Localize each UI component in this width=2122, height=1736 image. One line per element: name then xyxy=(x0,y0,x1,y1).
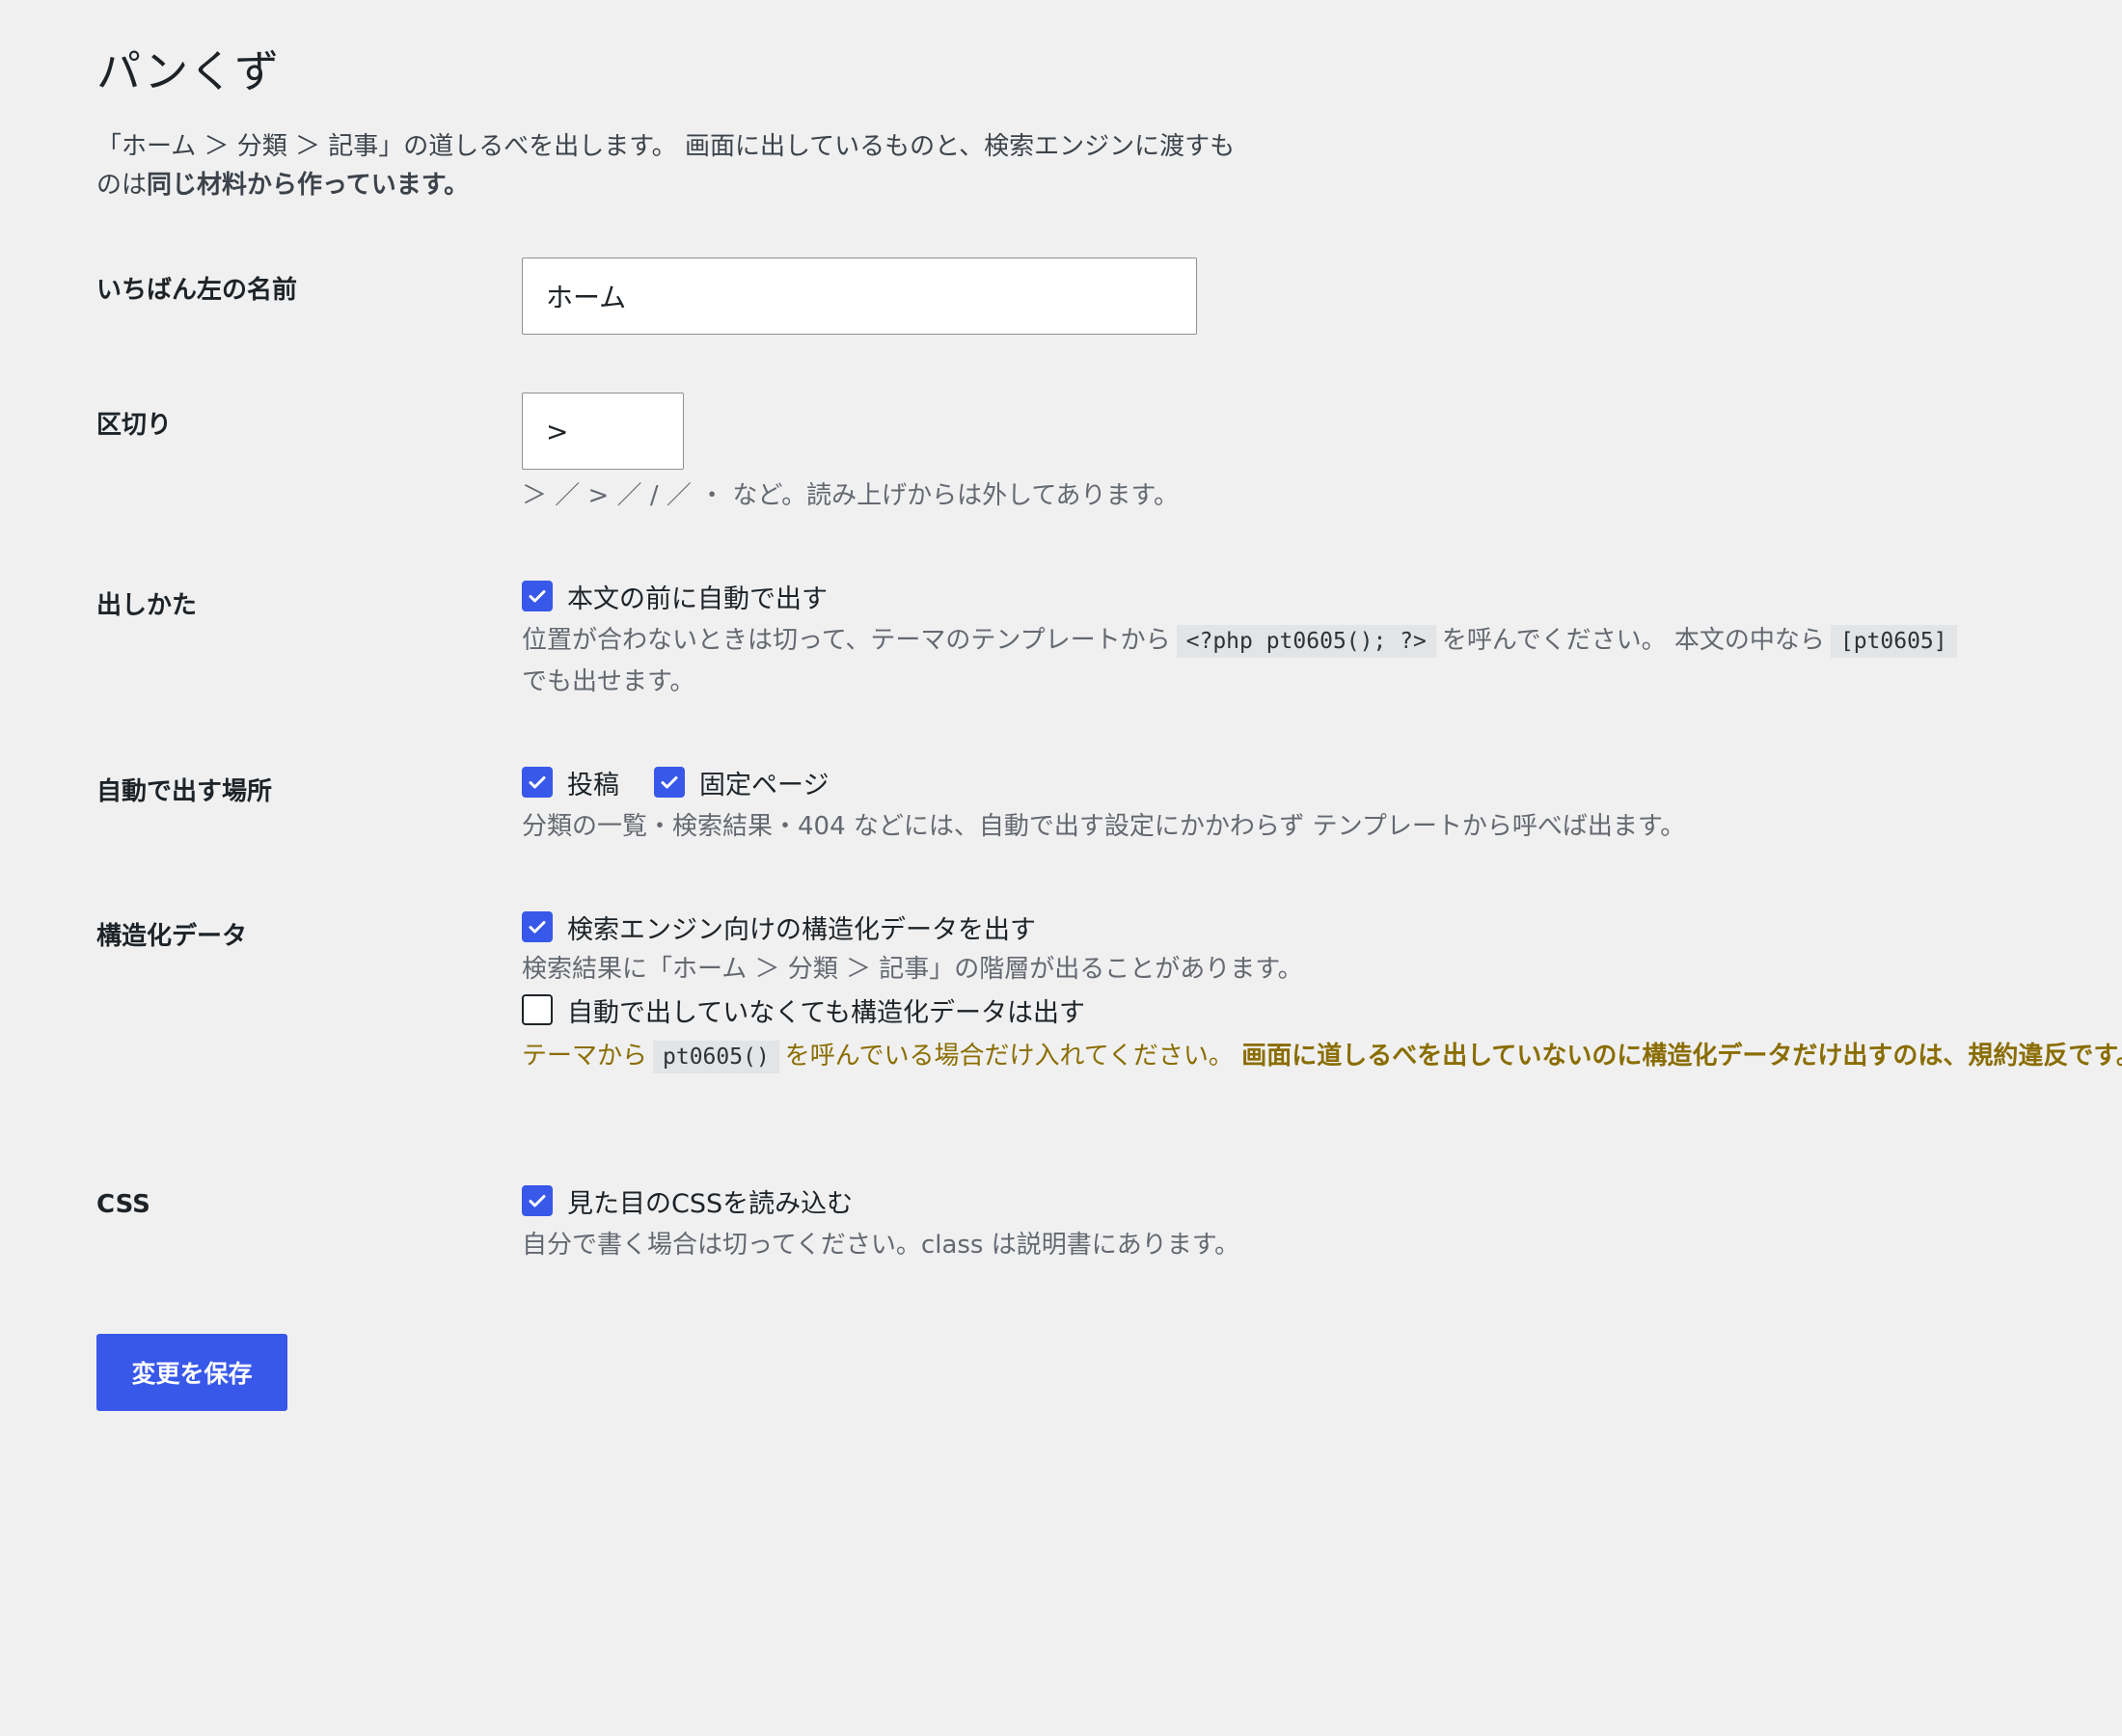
checkmark-icon xyxy=(529,590,546,603)
settings-page: パンくず 「ホーム ＞ 分類 ＞ 記事」の道しるべを出します。 画面に出している… xyxy=(0,0,2122,1736)
warning-code: pt0605() xyxy=(653,1041,779,1073)
warning-part1: テーマから xyxy=(522,1042,648,1071)
warning-strong: 画面に道しるべを出していないのに構造化データだけ出すのは、規約違反です。 xyxy=(1241,1042,2122,1071)
display-desc-part1: 位置が合わないときは切って、テーマのテンプレートから xyxy=(522,626,1171,655)
display-desc-code-php: <?php pt0605(); ?> xyxy=(1176,625,1436,658)
page-checkbox-row[interactable]: 固定ページ xyxy=(654,762,829,802)
force-structured-data-checkbox[interactable] xyxy=(522,994,553,1025)
post-checkbox-row[interactable]: 投稿 xyxy=(522,762,619,802)
auto-display-checkbox-row[interactable]: 本文の前に自動で出す xyxy=(522,576,2122,616)
structured-data-warning: テーマから pt0605() を呼んでいる場合だけ入れてください。 画面に道しるべを… xyxy=(522,1036,2122,1078)
auto-display-checkbox-label: 本文の前に自動で出す xyxy=(567,583,828,614)
checkmark-icon xyxy=(529,776,546,789)
display-description: 位置が合わないときは切って、テーマのテンプレートから <?php pt0605()… xyxy=(522,620,2122,702)
auto-locations-description: 分類の一覧・検索結果・404 などには、自動で出す設定にかかわらず テンプレート… xyxy=(522,812,1686,841)
home-label-title: いちばん左の名前 xyxy=(96,276,298,305)
page-intro: 「ホーム ＞ 分類 ＞ 記事」の道しるべを出します。 画面に出しているものと、検… xyxy=(96,127,1244,204)
load-css-checkbox-row[interactable]: 見た目のCSSを読み込む xyxy=(522,1180,2122,1221)
post-checkbox[interactable] xyxy=(522,767,553,798)
load-css-checkbox-label: 見た目のCSSを読み込む xyxy=(567,1188,854,1219)
separator-description: ＞ ／ > ／ / ／ ・ など。読み上げからは外してあります。 xyxy=(522,481,1179,510)
auto-display-checkbox[interactable] xyxy=(522,581,553,611)
home-label-input[interactable] xyxy=(522,258,1197,335)
structured-data-checkbox-label: 検索エンジン向けの構造化データを出す xyxy=(567,914,1036,945)
display-desc-part3: でも出せます。 xyxy=(522,667,695,696)
page-checkbox-label: 固定ページ xyxy=(699,770,830,800)
warning-part2: を呼んでいる場合だけ入れてください。 xyxy=(784,1042,1234,1071)
css-description: 自分で書く場合は切ってください。class は説明書にあります。 xyxy=(522,1231,1240,1260)
separator-title: 区切り xyxy=(96,411,173,440)
page-checkbox[interactable] xyxy=(654,767,685,798)
separator-input[interactable] xyxy=(522,393,684,470)
page-title: パンくず xyxy=(96,45,281,97)
load-css-checkbox[interactable] xyxy=(522,1185,553,1216)
display-desc-part2: を呼んでください。 本文の中なら xyxy=(1441,626,1825,655)
checkmark-icon xyxy=(529,1195,546,1207)
post-checkbox-label: 投稿 xyxy=(567,770,619,800)
save-button[interactable]: 変更を保存 xyxy=(96,1334,287,1411)
display-title: 出しかた xyxy=(96,591,198,620)
auto-locations-title: 自動で出す場所 xyxy=(96,777,273,806)
checkmark-icon xyxy=(529,921,546,934)
structured-data-checkbox-row[interactable]: 検索エンジン向けの構造化データを出す xyxy=(522,907,2122,947)
checkmark-icon xyxy=(661,776,678,789)
display-desc-code-shortcode: [pt0605] xyxy=(1830,625,1957,658)
force-structured-data-checkbox-row[interactable]: 自動で出していなくても構造化データは出す xyxy=(522,990,2122,1030)
css-title: CSS xyxy=(96,1190,150,1219)
intro-strong-text: 同じ材料から作っています。 xyxy=(147,171,470,200)
structured-data-title: 構造化データ xyxy=(96,922,248,951)
structured-data-checkbox[interactable] xyxy=(522,911,553,942)
structured-data-description: 検索結果に「ホーム ＞ 分類 ＞ 記事」の階層が出ることがあります。 xyxy=(522,955,1303,984)
force-structured-data-checkbox-label: 自動で出していなくても構造化データは出す xyxy=(567,997,1086,1028)
